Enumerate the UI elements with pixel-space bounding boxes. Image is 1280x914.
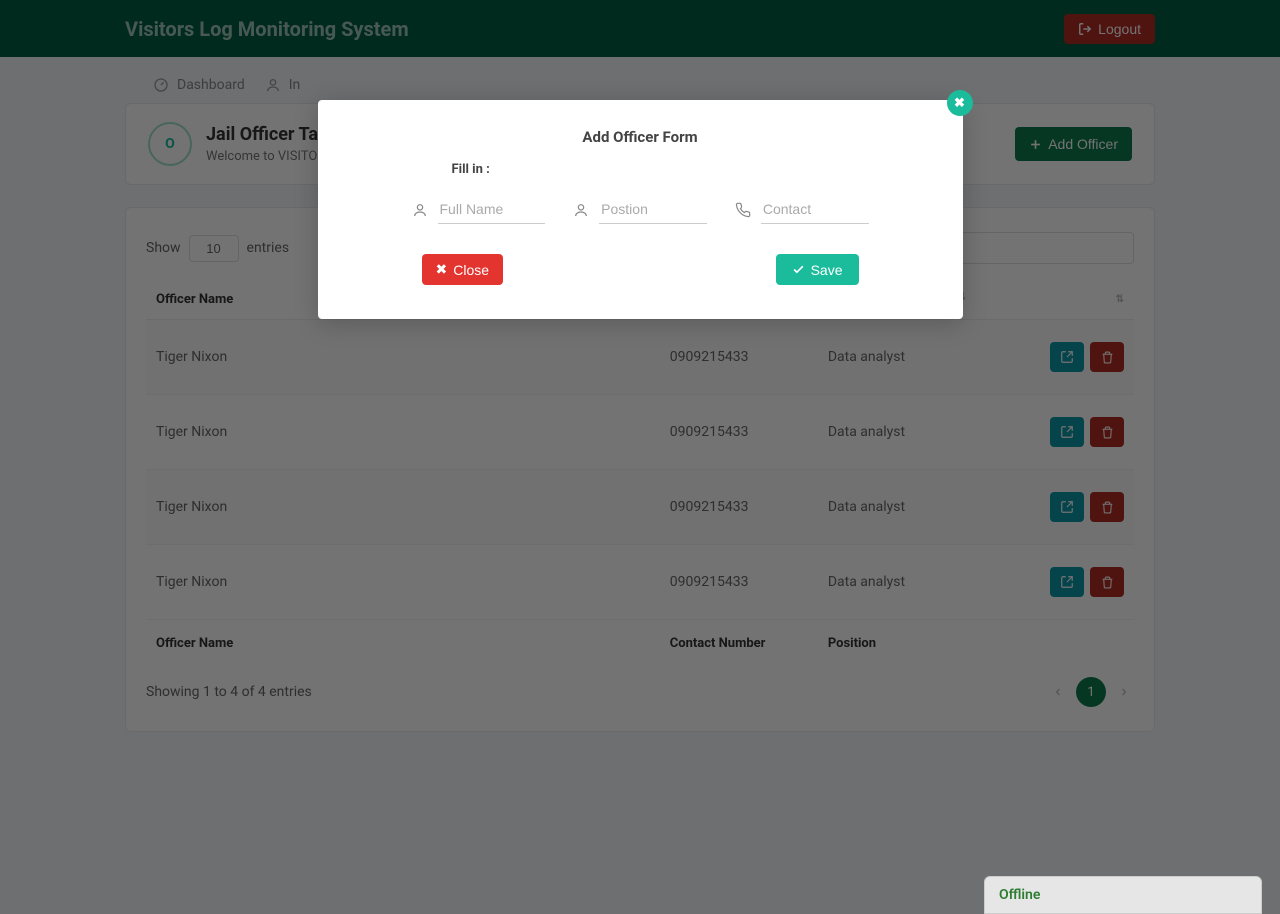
check-icon	[792, 263, 805, 276]
position-input[interactable]	[599, 195, 707, 224]
phone-icon	[735, 202, 751, 218]
offline-widget[interactable]: Offline	[984, 876, 1262, 914]
field-position	[573, 195, 707, 224]
modal-overlay[interactable]: ✖ Add Officer Form Fill in :	[0, 0, 1280, 914]
save-label: Save	[811, 262, 843, 278]
offline-label: Offline	[999, 887, 1040, 903]
field-fullname	[412, 195, 546, 224]
contact-input[interactable]	[761, 195, 869, 224]
modal-title: Add Officer Form	[352, 128, 929, 146]
modal-actions: ✖ Close Save	[352, 254, 929, 285]
person-icon	[573, 202, 589, 218]
close-label: Close	[453, 262, 489, 278]
save-button[interactable]: Save	[776, 254, 859, 285]
modal-subtitle: Fill in :	[452, 162, 929, 177]
add-officer-modal: ✖ Add Officer Form Fill in :	[318, 100, 963, 319]
modal-fields	[352, 195, 929, 224]
close-icon: ✖	[954, 95, 965, 111]
field-contact	[735, 195, 869, 224]
person-icon	[412, 202, 428, 218]
fullname-input[interactable]	[438, 195, 546, 224]
x-icon: ✖	[436, 261, 448, 278]
close-button[interactable]: ✖ Close	[422, 254, 504, 285]
modal-close-button[interactable]: ✖	[947, 90, 973, 116]
